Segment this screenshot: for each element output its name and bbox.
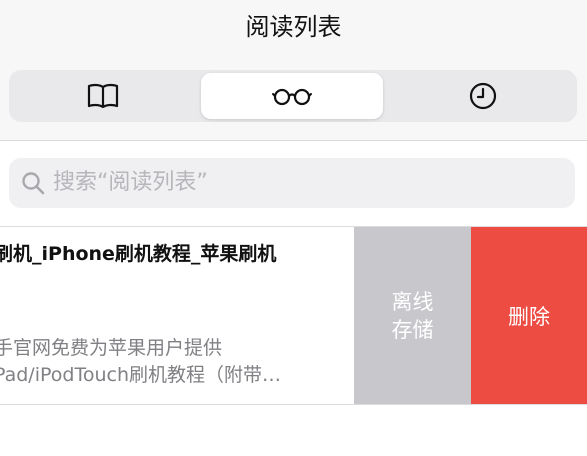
reading-item-title: 刷机_iPhone刷机教程_苹果刷机: [0, 243, 277, 265]
save-offline-label-line1: 离线: [391, 289, 434, 314]
delete-button[interactable]: 删除: [471, 227, 587, 404]
search-input[interactable]: 搜索“阅读列表”: [53, 158, 208, 208]
reading-item-description: 手官网免费为苹果用户提供 Pad/iPodTouch刷机教程（附带…: [0, 335, 340, 389]
header-divider: [0, 140, 587, 141]
reading-item-desc-line2: Pad/iPodTouch刷机教程（附带…: [0, 364, 281, 386]
reading-list-item: 刷机_iPhone刷机教程_苹果刷机 手官网免费为苹果用户提供 Pad/iPod…: [0, 226, 587, 405]
delete-label: 删除: [508, 304, 550, 329]
reading-item-desc-line1: 手官网免费为苹果用户提供: [0, 337, 223, 359]
glasses-icon: [272, 88, 312, 106]
reading-item-content[interactable]: 刷机_iPhone刷机教程_苹果刷机 手官网免费为苹果用户提供 Pad/iPod…: [0, 227, 354, 404]
tab-reading-list[interactable]: [201, 73, 383, 119]
header-area: 阅读列表: [0, 0, 587, 140]
save-offline-button[interactable]: 离线 存储: [354, 227, 471, 404]
search-icon: [22, 172, 45, 195]
page-title: 阅读列表: [245, 13, 342, 41]
tab-bookmarks[interactable]: [12, 73, 194, 119]
reading-list-screen: 阅读列表 搜索“阅读列表” 刷机_iPhone刷机教程_苹果刷机 手官网免费为苹…: [0, 0, 587, 456]
book-icon: [87, 83, 119, 109]
save-offline-label-line2: 存储: [391, 317, 434, 342]
segmented-control: [9, 70, 577, 122]
search-bar[interactable]: 搜索“阅读列表”: [9, 158, 575, 208]
tab-history[interactable]: [392, 73, 574, 119]
clock-icon: [469, 82, 497, 110]
